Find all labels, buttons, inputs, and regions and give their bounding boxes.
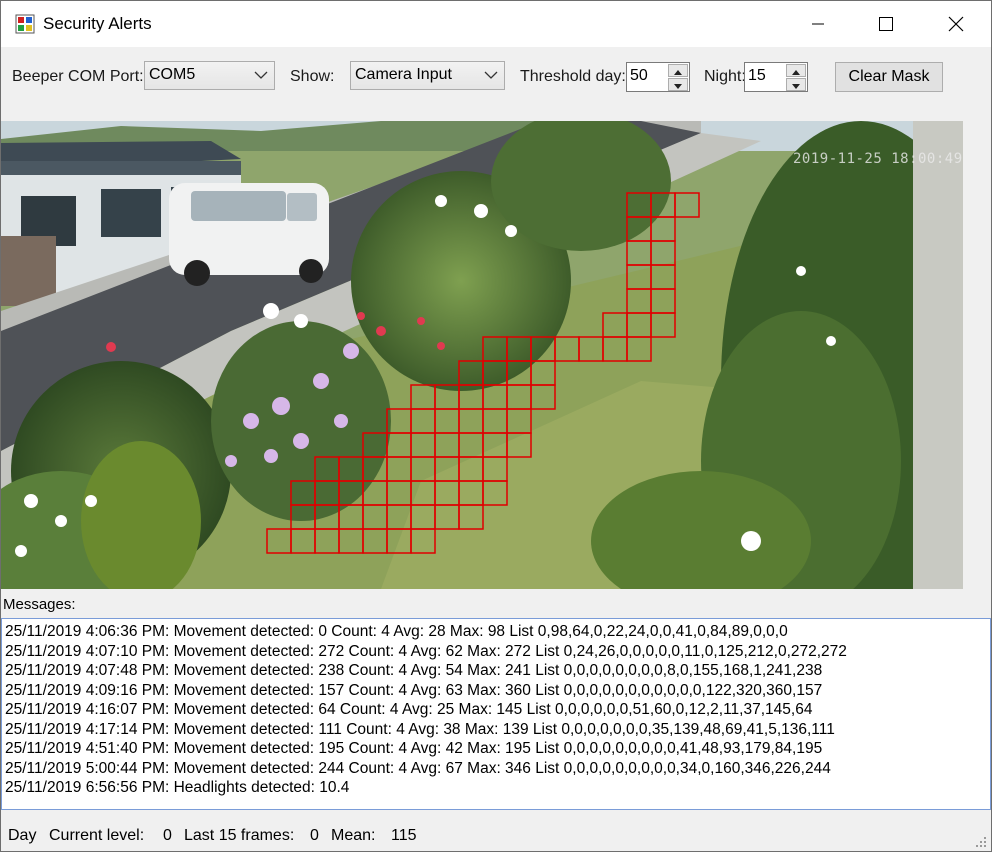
show-select[interactable]: Camera Input bbox=[350, 61, 505, 90]
current-level-label: Current level: bbox=[49, 827, 145, 844]
threshold-day-spinner[interactable]: 50 bbox=[626, 62, 690, 92]
message-line: 25/11/2019 4:07:10 PM: Movement detected… bbox=[5, 642, 847, 660]
window-title: Security Alerts bbox=[43, 14, 152, 33]
current-level-value: 0 bbox=[163, 827, 172, 844]
chevron-down-icon bbox=[254, 71, 268, 79]
title-bar[interactable]: Security Alerts bbox=[1, 1, 991, 47]
spin-up-icon bbox=[674, 70, 682, 75]
message-line: 25/11/2019 4:17:14 PM: Movement detected… bbox=[5, 720, 835, 738]
com-port-label: Beeper COM Port: bbox=[12, 68, 144, 85]
close-button[interactable] bbox=[933, 1, 979, 47]
threshold-day-value[interactable]: 50 bbox=[630, 67, 648, 85]
minimize-button[interactable] bbox=[795, 1, 841, 47]
maximize-button[interactable] bbox=[863, 1, 909, 47]
show-label: Show: bbox=[290, 68, 335, 85]
threshold-day-label: Threshold day: bbox=[520, 68, 626, 85]
messages-textbox[interactable]: 25/11/2019 4:06:36 PM: Movement detected… bbox=[1, 618, 991, 810]
messages-label: Messages: bbox=[3, 596, 76, 613]
threshold-day-up-button[interactable] bbox=[668, 64, 688, 77]
night-down-button[interactable] bbox=[786, 78, 806, 91]
com-port-value: COM5 bbox=[149, 66, 196, 83]
night-threshold-spinner[interactable]: 15 bbox=[744, 62, 808, 92]
status-mode: Day bbox=[8, 827, 37, 844]
mean-label: Mean: bbox=[331, 827, 376, 844]
chevron-down-icon bbox=[484, 71, 498, 79]
message-line: 25/11/2019 4:51:40 PM: Movement detected… bbox=[5, 740, 823, 757]
com-port-select[interactable]: COM5 bbox=[144, 61, 275, 90]
message-line: 25/11/2019 4:06:36 PM: Movement detected… bbox=[5, 623, 788, 640]
threshold-day-down-button[interactable] bbox=[668, 78, 688, 91]
detection-mask-grid[interactable] bbox=[1, 121, 963, 589]
message-line: 25/11/2019 6:56:56 PM: Headlights detect… bbox=[5, 779, 350, 796]
message-line: 25/11/2019 4:09:16 PM: Movement detected… bbox=[5, 681, 823, 699]
camera-view[interactable]: 2019-11-25 18:00:49 bbox=[1, 121, 963, 589]
spin-down-icon bbox=[674, 84, 682, 89]
last-frames-value: 0 bbox=[310, 827, 319, 844]
resize-grip-icon[interactable] bbox=[975, 836, 987, 848]
app-window: Security Alerts Beeper COM Port: COM5 Sh… bbox=[0, 0, 992, 852]
night-label: Night: bbox=[704, 68, 746, 85]
close-icon bbox=[948, 16, 964, 32]
mean-value: 115 bbox=[391, 827, 417, 844]
camera-timestamp: 2019-11-25 18:00:49 bbox=[793, 151, 963, 167]
night-up-button[interactable] bbox=[786, 64, 806, 77]
message-line: 25/11/2019 4:07:48 PM: Movement detected… bbox=[5, 662, 823, 679]
minimize-icon bbox=[812, 23, 824, 25]
maximize-icon bbox=[879, 17, 893, 31]
clear-mask-button[interactable]: Clear Mask bbox=[835, 62, 943, 92]
show-value: Camera Input bbox=[355, 66, 452, 83]
spin-up-icon bbox=[792, 70, 800, 75]
last-frames-label: Last 15 frames: bbox=[184, 827, 295, 844]
spin-down-icon bbox=[792, 84, 800, 89]
app-icon bbox=[15, 14, 35, 34]
message-line: 25/11/2019 4:16:07 PM: Movement detected… bbox=[5, 701, 813, 718]
message-line: 25/11/2019 5:00:44 PM: Movement detected… bbox=[5, 759, 831, 777]
status-bar: Day Current level: 0 Last 15 frames: 0 M… bbox=[1, 821, 991, 852]
night-threshold-value[interactable]: 15 bbox=[748, 67, 766, 85]
